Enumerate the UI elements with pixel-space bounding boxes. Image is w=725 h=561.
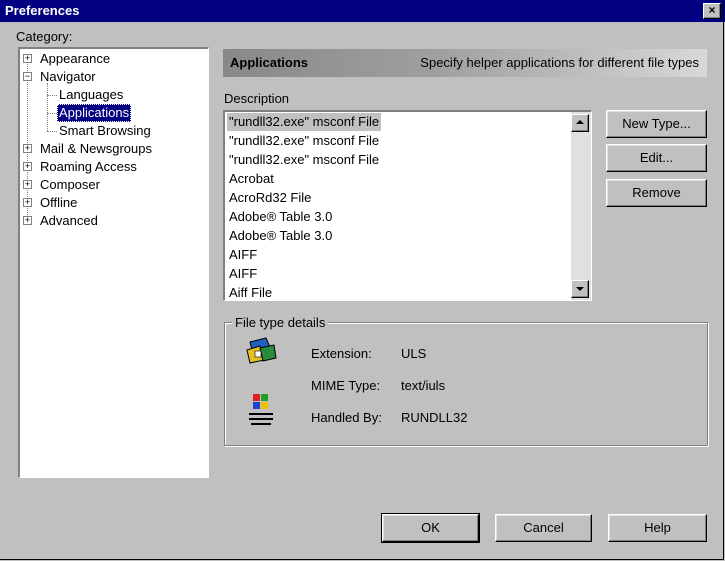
- expand-icon[interactable]: +: [23, 144, 32, 153]
- scroll-down-button[interactable]: [571, 280, 589, 298]
- cancel-button[interactable]: Cancel: [495, 514, 592, 542]
- list-item[interactable]: AIFF: [227, 265, 259, 283]
- tree-item-label: Appearance: [40, 51, 111, 66]
- panel-header: Applications Specify helper applications…: [223, 49, 707, 77]
- window-title: Preferences: [5, 3, 80, 18]
- tree-item-label: Composer: [40, 177, 100, 192]
- file-type-details-title: File type details: [232, 315, 329, 330]
- tree-item-label: Offline: [40, 195, 78, 210]
- ok-button[interactable]: OK: [381, 513, 480, 543]
- close-button[interactable]: ×: [703, 3, 721, 19]
- mime-type-value: text/iuls: [401, 378, 446, 393]
- vertical-scrollbar[interactable]: [571, 112, 591, 300]
- list-item[interactable]: Adobe® Table 3.0: [227, 208, 334, 226]
- list-item[interactable]: "rundll32.exe" msconf File: [227, 132, 381, 150]
- microsoft-windows-logo-icon: [245, 392, 277, 428]
- file-type-details-group: [224, 322, 708, 446]
- tree-item-label: Languages: [59, 87, 124, 102]
- tree-connector: [47, 113, 57, 114]
- title-bar: Preferences ×: [0, 0, 725, 22]
- file-type-icon: [244, 336, 278, 366]
- tree-item-label: Advanced: [40, 213, 98, 228]
- list-item[interactable]: AcroRd32 File: [227, 189, 313, 207]
- list-item[interactable]: Adobe® Table 3.0: [227, 227, 334, 245]
- tree-item-label: Mail & Newsgroups: [40, 141, 152, 156]
- help-button[interactable]: Help: [608, 514, 707, 542]
- extension-label: Extension:: [311, 346, 372, 361]
- list-item[interactable]: Acrobat: [227, 170, 276, 188]
- tree-item-label: Roaming Access: [40, 159, 137, 174]
- tree-connector: [47, 131, 57, 132]
- file-types-list[interactable]: "rundll32.exe" msconf File "rundll32.exe…: [223, 110, 592, 301]
- handled-by-label: Handled By:: [311, 410, 382, 425]
- scroll-up-button[interactable]: [571, 114, 589, 132]
- remove-button[interactable]: Remove: [606, 179, 707, 207]
- list-item[interactable]: "rundll32.exe" msconf File: [227, 151, 381, 169]
- new-type-button[interactable]: New Type...: [606, 110, 707, 138]
- panel-title: Applications: [230, 55, 309, 70]
- arrow-up-icon: [576, 120, 584, 124]
- tree-item-label: Applications: [57, 104, 132, 122]
- list-item[interactable]: AIFF: [227, 246, 259, 264]
- panel-description: Specify helper applications for differen…: [420, 55, 699, 70]
- category-label: Category:: [16, 29, 73, 44]
- tree-item-label: Navigator: [40, 69, 96, 84]
- extension-value: ULS: [401, 346, 427, 361]
- expand-icon[interactable]: +: [23, 162, 32, 171]
- category-tree[interactable]: + Appearance − Navigator Languages Appli…: [18, 47, 209, 478]
- expand-icon[interactable]: +: [23, 216, 32, 225]
- collapse-icon[interactable]: −: [23, 72, 32, 81]
- expand-icon[interactable]: +: [23, 198, 32, 207]
- list-item[interactable]: "rundll32.exe" msconf File: [227, 113, 382, 131]
- description-label: Description: [224, 91, 290, 106]
- tree-item-label: Smart Browsing: [59, 123, 151, 138]
- tree-connector: [47, 95, 57, 96]
- expand-icon[interactable]: +: [23, 180, 32, 189]
- tree-connector: [47, 83, 48, 131]
- list-item[interactable]: Aiff File: [227, 284, 274, 300]
- mime-type-label: MIME Type:: [311, 378, 381, 393]
- edit-button[interactable]: Edit...: [606, 144, 707, 172]
- handled-by-value: RUNDLL32: [401, 410, 468, 425]
- expand-icon[interactable]: +: [23, 54, 32, 63]
- arrow-down-icon: [576, 287, 584, 291]
